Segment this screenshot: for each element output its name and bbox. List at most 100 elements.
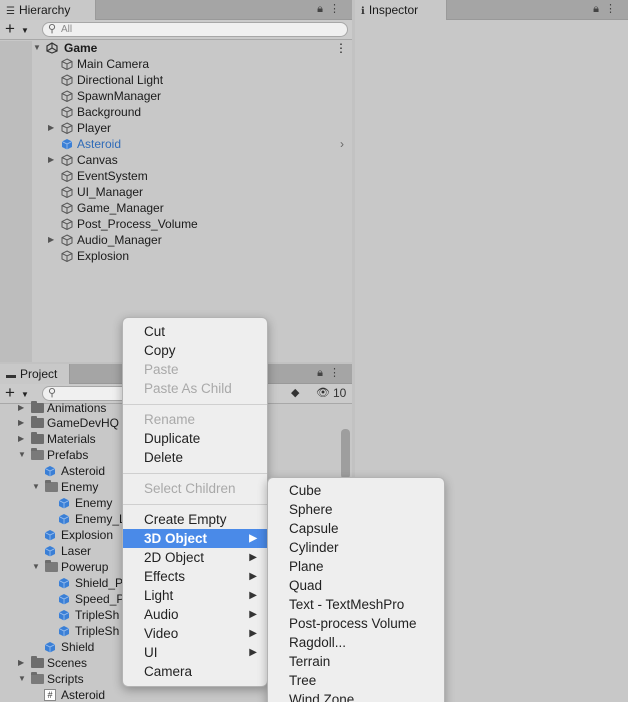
chevron-right-icon[interactable]: › xyxy=(340,136,344,152)
project-item-label: TripleSh xyxy=(75,608,120,622)
menu-item-rename[interactable]: Rename xyxy=(123,410,267,429)
expand-arrow-icon[interactable]: ▼ xyxy=(32,559,40,575)
lock-icon[interactable]: 🔒︎ xyxy=(593,3,605,15)
menu-item-3d-object[interactable]: 3D Object ▶ xyxy=(123,529,267,548)
cube-icon xyxy=(61,186,73,198)
expand-arrow-icon[interactable]: ▶ xyxy=(18,655,24,671)
menu-item-create-empty[interactable]: Create Empty xyxy=(123,510,267,529)
menu-item-duplicate[interactable]: Duplicate xyxy=(123,429,267,448)
folder-icon xyxy=(31,656,44,668)
menu-item-video-label: Video xyxy=(144,626,179,641)
submenu-item-terrain[interactable]: Terrain xyxy=(268,652,444,671)
prefab-icon xyxy=(61,139,73,150)
expand-arrow-icon[interactable]: ▼ xyxy=(18,447,26,463)
menu-item-audio[interactable]: Audio ▶ xyxy=(123,605,267,624)
hierarchy-item[interactable]: ▶ Canvas xyxy=(0,152,352,168)
submenu-item-post-process-volume[interactable]: Post-process Volume xyxy=(268,614,444,633)
menu-item-ui[interactable]: UI ▶ xyxy=(123,643,267,662)
kebab-icon[interactable]: ⋮ xyxy=(335,40,347,56)
hierarchy-item-label: Canvas xyxy=(77,153,118,167)
hierarchy-item[interactable]: Explosion xyxy=(0,248,352,264)
hierarchy-toolbar: + ▼ ⚲ All xyxy=(0,20,352,40)
hierarchy-item[interactable]: EventSystem xyxy=(0,168,352,184)
tab-inspector[interactable]: ℹ︎ Inspector xyxy=(355,0,447,20)
project-item-label: Enemy xyxy=(61,480,99,494)
hierarchy-item[interactable]: SpawnManager xyxy=(0,88,352,104)
menu-item-camera[interactable]: Camera xyxy=(123,662,267,681)
hierarchy-item[interactable]: ▶ Player xyxy=(0,120,352,136)
expand-arrow-icon[interactable]: ▼ xyxy=(32,479,40,495)
menu-item-effects-label: Effects xyxy=(144,569,186,584)
kebab-icon[interactable]: ⋮ xyxy=(329,3,346,15)
menu-item-copy[interactable]: Copy xyxy=(123,341,267,360)
menu-item-2d-object[interactable]: 2D Object ▶ xyxy=(123,548,267,567)
submenu-item-textmeshpro[interactable]: Text - TextMeshPro xyxy=(268,595,444,614)
eye-hidden-icon[interactable]: 👁︎ xyxy=(316,386,330,399)
prefab-icon xyxy=(58,578,70,589)
submenu-item-capsule[interactable]: Capsule xyxy=(268,519,444,538)
hierarchy-item-label: Directional Light xyxy=(77,73,164,87)
tab-project[interactable]: ▬ Project xyxy=(0,364,70,384)
submenu-item-plane[interactable]: Plane xyxy=(268,557,444,576)
project-item-label: TripleSh xyxy=(75,624,120,638)
submenu-arrow-icon: ▶ xyxy=(249,590,257,601)
hierarchy-item[interactable]: Directional Light xyxy=(0,72,352,88)
menu-item-video[interactable]: Video ▶ xyxy=(123,624,267,643)
submenu-item-tree[interactable]: Tree xyxy=(268,671,444,690)
hierarchy-item[interactable]: Game_Manager xyxy=(0,200,352,216)
lock-icon[interactable]: 🔒︎ xyxy=(317,3,329,15)
submenu-item-cube[interactable]: Cube xyxy=(268,481,444,500)
menu-item-select-children[interactable]: Select Children xyxy=(123,479,267,498)
scene-label: Game xyxy=(64,41,98,55)
kebab-icon[interactable]: ⋮ xyxy=(329,367,346,379)
expand-arrow-icon[interactable]: ▶ xyxy=(18,431,24,447)
expand-arrow-icon[interactable]: ▼ xyxy=(18,671,26,687)
chevron-down-icon[interactable]: ▼ xyxy=(21,390,29,399)
menu-item-ui-label: UI xyxy=(144,645,158,660)
search-placeholder: All xyxy=(61,24,73,35)
hierarchy-item[interactable]: Post_Process_Volume xyxy=(0,216,352,232)
submenu-item-quad[interactable]: Quad xyxy=(268,576,444,595)
expand-arrow-icon[interactable]: ▶ xyxy=(18,415,24,431)
hierarchy-tree: ▼ Game ⋮ Main Camera Directional Light S… xyxy=(0,41,352,362)
submenu-item-wind-zone[interactable]: Wind Zone xyxy=(268,690,444,702)
expand-arrow-icon[interactable]: ▶ xyxy=(18,400,24,416)
project-search-input[interactable]: ⚲ xyxy=(42,386,132,401)
expand-arrow-icon[interactable]: ▶ xyxy=(48,232,54,248)
prefab-icon xyxy=(58,514,70,525)
chevron-down-icon[interactable]: ▼ xyxy=(21,26,29,35)
hierarchy-item-label: Asteroid xyxy=(77,137,122,151)
cube-icon xyxy=(61,90,73,102)
hierarchy-item[interactable]: UI_Manager xyxy=(0,184,352,200)
hierarchy-item[interactable]: ▶ Audio_Manager xyxy=(0,232,352,248)
menu-item-effects[interactable]: Effects ▶ xyxy=(123,567,267,586)
menu-item-light[interactable]: Light ▶ xyxy=(123,586,267,605)
expand-arrow-icon[interactable]: ▶ xyxy=(48,120,54,136)
folder-icon xyxy=(31,416,44,428)
submenu-item-cylinder[interactable]: Cylinder xyxy=(268,538,444,557)
cube-icon xyxy=(61,154,73,166)
project-item-label: Enemy xyxy=(75,496,113,510)
menu-item-paste-as-child[interactable]: Paste As Child xyxy=(123,379,267,398)
menu-item-cut[interactable]: Cut xyxy=(123,322,267,341)
kebab-icon[interactable]: ⋮ xyxy=(605,3,622,15)
cube-icon xyxy=(61,74,73,86)
menu-item-paste[interactable]: Paste xyxy=(123,360,267,379)
hierarchy-item-label: Post_Process_Volume xyxy=(77,217,198,231)
tab-hierarchy[interactable]: ☰ Hierarchy xyxy=(0,0,96,20)
hierarchy-item-selected[interactable]: Asteroid › xyxy=(0,136,352,152)
submenu-item-sphere[interactable]: Sphere xyxy=(268,500,444,519)
hierarchy-search-input[interactable]: ⚲ All xyxy=(42,22,348,37)
hierarchy-item[interactable]: Main Camera xyxy=(0,56,352,72)
expand-arrow-icon[interactable]: ▶ xyxy=(48,152,54,168)
hierarchy-tab-actions: 🔒︎⋮ xyxy=(317,2,346,16)
lock-icon[interactable]: 🔒︎ xyxy=(317,367,329,379)
tag-icon[interactable]: ◆ xyxy=(291,386,299,399)
hierarchy-item[interactable]: Background xyxy=(0,104,352,120)
submenu-item-ragdoll[interactable]: Ragdoll... xyxy=(268,633,444,652)
menu-item-delete[interactable]: Delete xyxy=(123,448,267,467)
create-button[interactable]: + xyxy=(5,20,15,38)
expand-arrow-icon[interactable]: ▼ xyxy=(33,40,41,56)
scene-row[interactable]: ▼ Game ⋮ xyxy=(0,40,352,56)
project-item-label: Scenes xyxy=(47,656,88,670)
